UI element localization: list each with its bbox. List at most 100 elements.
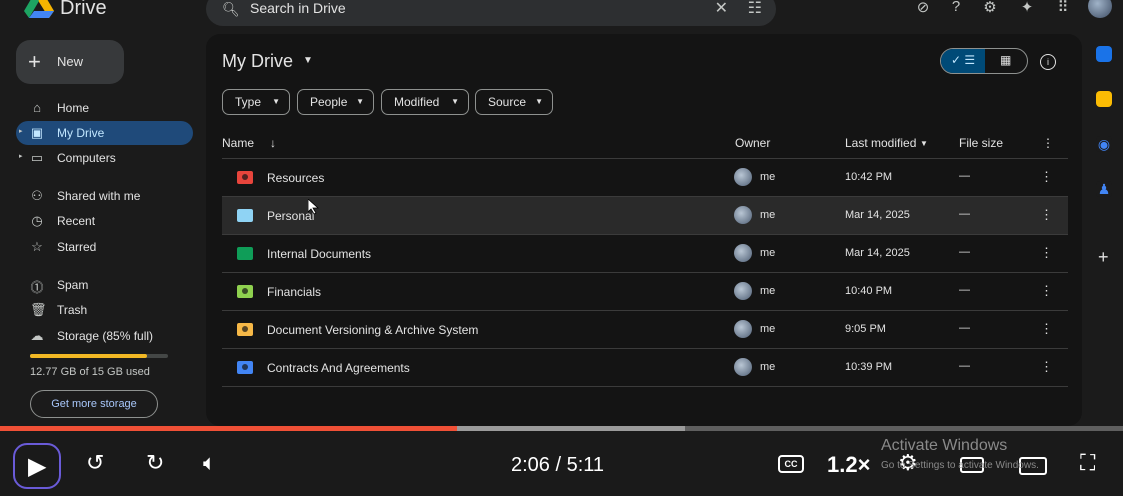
more-actions-icon[interactable]: ⋮ [1040, 321, 1053, 337]
rewind-5-icon[interactable]: ↺ [86, 450, 104, 476]
keep-icon[interactable] [1096, 91, 1112, 107]
forward-5-icon[interactable]: ↻ [146, 450, 164, 476]
gemini-icon[interactable]: ✦ [1016, 0, 1038, 18]
owner-avatar [734, 206, 752, 224]
settings-icon[interactable]: ⚙ [979, 0, 1001, 18]
new-button-label: New [57, 54, 84, 69]
search-icon[interactable]: 🔍︎ [222, 1, 240, 18]
get-more-storage-label: Get more storage [51, 398, 137, 410]
app-name: Drive [60, 0, 107, 19]
sidebar-item-spam[interactable]: ⓵ Spam [16, 273, 193, 297]
chevron-down-icon: ▼ [272, 97, 280, 106]
clear-search-icon[interactable]: ✕ [715, 0, 728, 18]
sidebar-item-label: Starred [57, 240, 97, 254]
playback-speed[interactable]: 1.2× [827, 452, 870, 478]
file-name: Resources [267, 171, 325, 185]
add-addon-icon[interactable]: + [1098, 247, 1109, 268]
sidebar-item-storage[interactable]: ☁ Storage (85% full) [16, 324, 193, 348]
play-icon: ▶ [28, 453, 47, 480]
last-modified: 10:42 PM [845, 171, 893, 183]
file-size: — [959, 246, 970, 258]
volume-icon[interactable]: 🔈︎ [203, 450, 216, 476]
table-row[interactable]: Document Versioning & Archive System me 9:… [222, 311, 1068, 349]
chevron-down-icon: ▼ [451, 97, 459, 106]
get-more-storage-button[interactable]: Get more storage [30, 390, 158, 418]
sidebar-item-computers[interactable]: ▸ ▭ Computers [16, 146, 193, 170]
owner-avatar [734, 282, 752, 300]
sidebar-item-my-drive[interactable]: ▸ ▣ My Drive [16, 121, 193, 145]
owner-name: me [760, 361, 776, 373]
sidebar-item-starred[interactable]: ☆ Starred [16, 235, 193, 259]
sidebar-item-recent[interactable]: ◷ Recent [16, 209, 193, 233]
filter-people[interactable]: People ▼ [297, 89, 374, 115]
table-row[interactable]: Financials me 10:40 PM — ⋮ [222, 273, 1068, 311]
plus-icon: + [28, 49, 41, 74]
sidebar-item-home[interactable]: ⌂ Home [16, 96, 193, 120]
sidebar-item-shared[interactable]: ⚇ Shared with me [16, 184, 193, 208]
new-button[interactable]: + New [16, 40, 124, 84]
list-view-button[interactable]: ✓ ☰ [941, 49, 985, 73]
captions-icon[interactable]: CC [778, 455, 804, 473]
column-modified[interactable]: Last modified [845, 136, 916, 150]
more-actions-icon[interactable]: ⋮ [1040, 169, 1053, 185]
table-row[interactable]: Contracts And Agreements me 10:39 PM — ⋮ [222, 349, 1068, 387]
search-input[interactable]: Search in Drive [250, 0, 346, 16]
more-actions-icon[interactable]: ⋮ [1040, 207, 1053, 223]
owner-avatar [734, 358, 752, 376]
sidebar-item-label: Home [57, 101, 90, 115]
grid-view-icon: ▦ [1000, 53, 1012, 67]
page-title[interactable]: My Drive [222, 51, 293, 72]
owner-avatar [734, 320, 752, 338]
table-row[interactable]: Resources me 10:42 PM — ⋮ [222, 159, 1068, 197]
fullscreen-icon[interactable]: ⛶ [1080, 450, 1095, 476]
contacts-icon[interactable]: ♟ [1096, 181, 1112, 197]
expand-arrow-icon[interactable]: ▸ [19, 127, 23, 135]
drive-icon: ▣ [30, 125, 44, 140]
play-button[interactable]: ▶ [13, 443, 61, 489]
home-icon: ⌂ [33, 100, 41, 115]
more-actions-icon[interactable]: ⋮ [1040, 245, 1053, 261]
calendar-icon[interactable] [1096, 46, 1112, 62]
view-toggle[interactable]: ✓ ☰ ▦ [940, 48, 1028, 74]
expand-arrow-icon[interactable]: ▸ [19, 152, 23, 160]
info-icon[interactable]: i [1040, 54, 1056, 70]
sidebar-item-label: Trash [57, 303, 88, 317]
filter-label: Source [488, 95, 527, 109]
search-bar[interactable]: 🔍︎ Search in Drive ✕ ☷ [206, 0, 776, 26]
apps-icon[interactable]: ⠿ [1052, 0, 1074, 18]
column-size[interactable]: File size [959, 136, 1003, 150]
sort-dropdown-icon[interactable]: ▼ [920, 139, 928, 148]
sort-arrow-icon[interactable]: ↓ [270, 136, 276, 150]
filter-type[interactable]: Type ▼ [222, 89, 290, 115]
chevron-down-icon: ▼ [535, 97, 543, 106]
sidebar-item-trash[interactable]: 🗑︎ Trash [16, 298, 193, 322]
table-row[interactable]: Personal me Mar 14, 2025— ⋮ [222, 197, 1068, 235]
mouse-cursor-icon [308, 199, 320, 215]
status-icon[interactable]: ⊘ [912, 0, 934, 18]
column-options-icon[interactable]: ⋮ [1042, 136, 1054, 150]
file-size: — [959, 360, 970, 372]
file-name: Internal Documents [267, 247, 372, 261]
more-actions-icon[interactable]: ⋮ [1040, 283, 1053, 299]
more-actions-icon[interactable]: ⋮ [1040, 359, 1053, 375]
search-options-icon[interactable]: ☷ [748, 0, 762, 18]
filter-modified[interactable]: Modified ▼ [381, 89, 469, 115]
activation-watermark-text: Go to Settings to activate Windows. [881, 460, 1039, 471]
tasks-icon[interactable]: ◉ [1096, 136, 1112, 152]
file-size: — [959, 284, 970, 296]
folder-icon [237, 209, 253, 222]
filter-source[interactable]: Source ▼ [475, 89, 553, 115]
time-display: 2:06 / 5:11 [511, 454, 605, 476]
sidebar-item-label: Recent [57, 214, 96, 228]
column-owner[interactable]: Owner [735, 136, 770, 150]
folder-icon [237, 171, 253, 184]
drive-logo-icon[interactable] [24, 0, 54, 18]
title-dropdown-icon[interactable]: ▼ [303, 55, 313, 66]
activation-watermark-title: Activate Windows [881, 437, 1008, 454]
column-name[interactable]: Name [222, 136, 254, 150]
help-icon[interactable]: ? [945, 0, 967, 18]
trash-icon: 🗑︎ [30, 302, 47, 317]
storage-text: 12.77 GB of 15 GB used [30, 366, 150, 378]
table-row[interactable]: Internal Documents me Mar 14, 2025 — ⋮ [222, 235, 1068, 273]
last-modified: 10:39 PM [845, 361, 893, 373]
